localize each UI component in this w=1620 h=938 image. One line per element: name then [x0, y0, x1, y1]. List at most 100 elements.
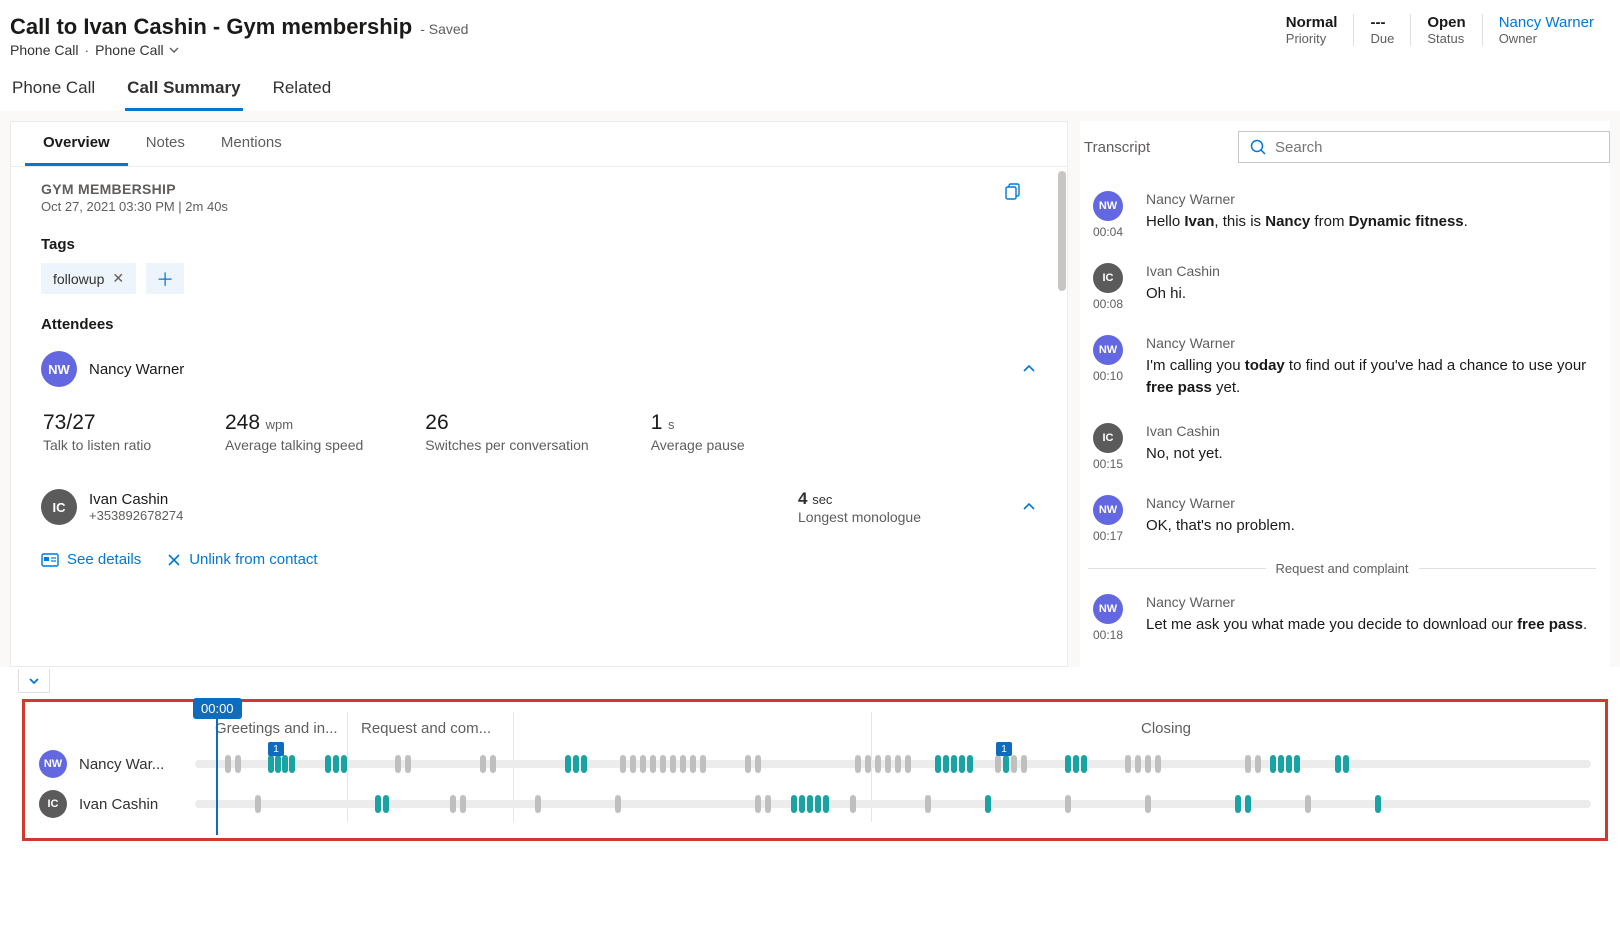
header-field-label: Status	[1427, 31, 1464, 46]
waveform-tick	[325, 755, 331, 773]
collapse-button[interactable]	[1021, 361, 1037, 377]
transcript-body: NW 00:04 Nancy Warner Hello Ivan, this i…	[1080, 173, 1610, 667]
waveform-tick	[1255, 755, 1261, 773]
transcript-speaker: Nancy Warner	[1146, 594, 1596, 610]
avatar: IC	[39, 790, 67, 818]
main-tab-related[interactable]: Related	[271, 72, 334, 111]
header-field-value: ---	[1370, 14, 1385, 31]
avatar: NW	[1093, 495, 1123, 525]
add-tag-button[interactable]: ＋	[146, 263, 184, 294]
transcript-item[interactable]: IC 00:08 Ivan Cashin Oh hi.	[1082, 251, 1602, 323]
tag-chip[interactable]: followup✕	[41, 263, 136, 294]
search-input[interactable]	[1275, 139, 1599, 156]
transcript-item[interactable]: NW 00:18 Nancy Warner Let me ask you wha…	[1082, 582, 1602, 654]
timeline-marker[interactable]: 1	[996, 742, 1012, 756]
tag-remove-icon[interactable]: ✕	[112, 270, 124, 287]
waveform-tick	[535, 795, 541, 813]
avatar: IC	[1093, 423, 1123, 453]
header-field[interactable]: Nancy WarnerOwner	[1483, 14, 1610, 46]
header-field-label: Owner	[1499, 31, 1537, 46]
waveform-tick	[935, 755, 941, 773]
transcript-item[interactable]: NW 00:17 Nancy Warner OK, that's no prob…	[1082, 483, 1602, 555]
waveform-tick	[660, 755, 666, 773]
waveform-tick	[1270, 755, 1276, 773]
page-title: Call to Ivan Cashin - Gym membership	[10, 14, 412, 40]
waveform-tick	[565, 755, 571, 773]
main-tab-phone-call[interactable]: Phone Call	[10, 72, 97, 111]
waveform-tick	[967, 755, 973, 773]
waveform-tick	[855, 755, 861, 773]
transcript-item[interactable]: NW 00:04 Nancy Warner Hello Ivan, this i…	[1082, 179, 1602, 251]
waveform-tick	[943, 755, 949, 773]
chevron-down-icon	[27, 674, 41, 688]
see-details-link[interactable]: See details	[41, 551, 141, 568]
sub-tab-mentions[interactable]: Mentions	[203, 122, 300, 166]
transcript-item[interactable]: IC 00:15 Ivan Cashin No, not yet.	[1082, 411, 1602, 483]
waveform-tick	[690, 755, 696, 773]
transcript-time: 00:08	[1093, 297, 1123, 311]
track-2: IC Ivan Cashin	[39, 784, 1591, 824]
avatar: NW	[1093, 191, 1123, 221]
playhead[interactable]: 00:00	[193, 698, 242, 835]
waveform-tick	[289, 755, 295, 773]
waveform-tick	[255, 795, 261, 813]
body: OverviewNotesMentions GYM MEMBERSHIP Oct…	[0, 111, 1620, 667]
sub-tab-overview[interactable]: Overview	[25, 122, 128, 166]
search-box[interactable]	[1238, 131, 1610, 163]
panel-right: Transcript NW 00:04 Nancy Warner Hello I…	[1080, 121, 1610, 667]
waveform-tick	[460, 795, 466, 813]
close-icon	[167, 553, 181, 567]
sub-tab-notes[interactable]: Notes	[128, 122, 203, 166]
copy-icon[interactable]	[1003, 181, 1023, 201]
waveform-tick	[700, 755, 706, 773]
waveform-tick	[815, 795, 821, 813]
waveform-tick	[799, 795, 805, 813]
waveform-tick	[1235, 795, 1241, 813]
transcript-text: No, not yet.	[1146, 443, 1596, 465]
timeline-marker[interactable]: 1	[268, 742, 284, 756]
waveform-tick	[282, 755, 288, 773]
avatar: NW	[39, 750, 67, 778]
track-bar[interactable]: 11	[195, 760, 1591, 768]
attendee-2-header[interactable]: IC Ivan Cashin +353892678274 4 sec Longe…	[41, 489, 1037, 525]
header-left: Call to Ivan Cashin - Gym membership - S…	[10, 14, 1270, 58]
panel-left: OverviewNotesMentions GYM MEMBERSHIP Oct…	[10, 121, 1068, 667]
header-field-label: Priority	[1286, 31, 1326, 46]
waveform-tick	[1011, 755, 1017, 773]
stat: 1 sAverage pause	[651, 411, 771, 453]
scrollbar[interactable]	[1057, 167, 1067, 666]
waveform-tick	[959, 755, 965, 773]
waveform-tick	[480, 755, 486, 773]
unlink-link[interactable]: Unlink from contact	[167, 551, 317, 568]
attendees-label: Attendees	[41, 316, 1037, 333]
attendee-1-header[interactable]: NW Nancy Warner	[41, 351, 1037, 387]
header-field: OpenStatus	[1411, 14, 1482, 46]
main-tab-call-summary[interactable]: Call Summary	[125, 72, 242, 111]
collapse-button[interactable]	[1021, 499, 1037, 515]
transcript-text: OK, that's no problem.	[1146, 515, 1596, 537]
waveform-tick	[1278, 755, 1284, 773]
expand-button[interactable]	[18, 669, 50, 693]
waveform-tick	[615, 795, 621, 813]
avatar: NW	[1093, 335, 1123, 365]
attendee-phone: +353892678274	[89, 508, 183, 523]
form-selector[interactable]: Phone Call	[95, 42, 180, 58]
sub-tabs: OverviewNotesMentions	[11, 122, 1067, 167]
track-bar[interactable]	[195, 800, 1591, 808]
waveform-tick	[951, 755, 957, 773]
waveform-tick	[650, 755, 656, 773]
transcript-text: Oh hi.	[1146, 283, 1596, 305]
chevron-down-icon	[168, 44, 180, 56]
waveform-tick	[405, 755, 411, 773]
stat-longest-monologue: 4 sec Longest monologue	[798, 489, 921, 525]
header-fields: NormalPriority---DueOpenStatusNancy Warn…	[1270, 14, 1610, 46]
header-field-label: Due	[1370, 31, 1394, 46]
waveform-tick	[395, 755, 401, 773]
transcript-item[interactable]: NW 00:10 Nancy Warner I'm calling you to…	[1082, 323, 1602, 411]
waveform-tick	[875, 755, 881, 773]
transcript-time: 00:04	[1093, 225, 1123, 239]
transcript-time: 00:18	[1093, 628, 1123, 642]
tags-label: Tags	[41, 236, 1037, 253]
transcript-speaker: Nancy Warner	[1146, 495, 1596, 511]
card-icon	[41, 553, 59, 567]
